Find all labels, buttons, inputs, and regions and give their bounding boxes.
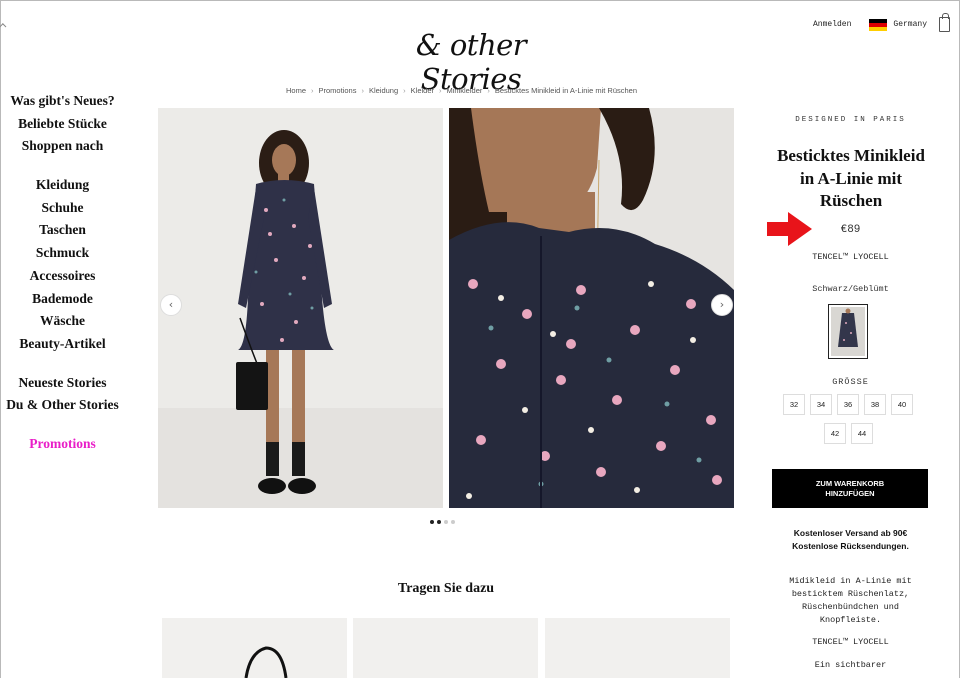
- category-nav: Was gibt's Neues? Beliebte Stücke Shoppe…: [0, 90, 125, 456]
- nav-item-popular[interactable]: Beliebte Stücke: [0, 113, 125, 136]
- color-swatch[interactable]: [828, 304, 868, 359]
- size-option[interactable]: 34: [810, 394, 832, 415]
- product-description-detail: Ein sichtbarer: [814, 660, 887, 670]
- breadcrumb-separator: ›: [439, 86, 442, 95]
- nav-item-you-and-other-stories[interactable]: Du & Other Stories: [0, 394, 125, 417]
- size-option[interactable]: 40: [891, 394, 913, 415]
- add-to-cart-button[interactable]: ZUM WARENKORB HINZUFÜGEN: [772, 469, 928, 508]
- nav-item-whats-new[interactable]: Was gibt's Neues?: [0, 90, 125, 113]
- nav-item-newest-stories[interactable]: Neueste Stories: [0, 372, 125, 395]
- breadcrumb-item[interactable]: Promotions: [319, 86, 357, 95]
- wear-with-heading: Tragen Sie dazu: [397, 581, 495, 596]
- nav-item-bags[interactable]: Taschen: [0, 219, 125, 242]
- material-label: TENCEL™ LYOCELL: [812, 252, 889, 262]
- description-line: Midikleid in A-Linie mit: [789, 576, 912, 586]
- flag-stripe-gold: [869, 26, 888, 31]
- shipping-line: Kostenloser Versand ab 90€: [793, 528, 908, 538]
- size-option[interactable]: 44: [851, 423, 873, 444]
- product-image-full-look[interactable]: [158, 108, 443, 508]
- product-description: Midikleid in A-Linie mit besticktem Rüsc…: [773, 575, 928, 627]
- shipping-info: Kostenloser Versand ab 90€ Kostenlose Rü…: [773, 527, 928, 553]
- breadcrumb-separator: ›: [361, 86, 364, 95]
- red-arrow-annotation-icon: [767, 212, 812, 246]
- germany-flag-icon[interactable]: [869, 18, 888, 31]
- breadcrumb-separator: ›: [311, 86, 314, 95]
- recommendation-card[interactable]: [353, 618, 538, 678]
- nav-item-accessories[interactable]: Accessoires: [0, 265, 125, 288]
- login-link[interactable]: Anmelden: [813, 20, 851, 29]
- chevron-left-icon[interactable]: ‹: [160, 294, 182, 316]
- breadcrumb-current: Besticktes Minikleid in A-Linie mit Rüsc…: [494, 86, 638, 95]
- size-option[interactable]: 36: [837, 394, 859, 415]
- product-image-closeup[interactable]: [449, 108, 734, 508]
- brand-logo[interactable]: & other Stories: [376, 24, 566, 96]
- product-title: Besticktes Minikleid in A-Linie mit Rüsc…: [777, 146, 925, 210]
- description-line: besticktem Rüschenlatz,: [791, 589, 910, 599]
- size-option[interactable]: 38: [864, 394, 886, 415]
- nav-item-clothing[interactable]: Kleidung: [0, 174, 125, 197]
- gallery-dot[interactable]: [444, 520, 448, 524]
- nav-item-beauty[interactable]: Beauty-Artikel: [0, 333, 125, 356]
- add-to-cart-label-line2: HINZUFÜGEN: [825, 489, 875, 498]
- nav-item-lingerie[interactable]: Wäsche: [0, 310, 125, 333]
- nav-item-shop-by[interactable]: Shoppen nach: [0, 135, 125, 158]
- color-name: Schwarz/Geblümt: [812, 284, 889, 294]
- recommendation-card[interactable]: [545, 618, 730, 678]
- chevron-right-icon[interactable]: ›: [711, 294, 733, 316]
- gallery-pagination: [430, 520, 458, 524]
- size-option[interactable]: 32: [783, 394, 805, 415]
- breadcrumb-item[interactable]: Home: [286, 86, 306, 95]
- breadcrumb: Home › Promotions › Kleidung › Kleider › Minikle…: [286, 86, 637, 95]
- add-to-cart-label-line1: ZUM WARENKORB: [815, 479, 885, 488]
- breadcrumb-separator: ›: [403, 86, 406, 95]
- nav-item-jewellery[interactable]: Schmuck: [0, 242, 125, 265]
- returns-line: Kostenlose Rücksendungen.: [792, 541, 909, 551]
- breadcrumb-item[interactable]: Kleidung: [369, 86, 398, 95]
- model-closeup-illustration: [449, 108, 734, 508]
- designed-in-label: DESIGNED IN PARIS: [795, 116, 906, 124]
- size-label: GRÖSSE: [832, 377, 869, 387]
- country-selector[interactable]: Germany: [893, 20, 927, 29]
- material-label-detail: TENCEL™ LYOCELL: [812, 637, 889, 647]
- swatch-dress-thumbnail: [831, 307, 865, 356]
- gallery-dot[interactable]: [451, 520, 455, 524]
- shopping-bag-icon[interactable]: [939, 13, 950, 32]
- size-option[interactable]: 42: [824, 423, 846, 444]
- breadcrumb-item[interactable]: Minikleider: [447, 86, 483, 95]
- recommended-bag-image: [244, 646, 288, 678]
- gallery-dot[interactable]: [437, 520, 441, 524]
- breadcrumb-separator: ›: [487, 86, 490, 95]
- breadcrumb-item[interactable]: Kleider: [411, 86, 434, 95]
- gallery-dot[interactable]: [430, 520, 434, 524]
- description-line: Rüschenbündchen und: [802, 602, 899, 612]
- nav-item-promotions[interactable]: Promotions: [0, 433, 125, 456]
- model-full-look-illustration: [158, 108, 443, 508]
- nav-item-shoes[interactable]: Schuhe: [0, 197, 125, 220]
- recommendation-card[interactable]: [162, 618, 347, 678]
- header-actions: Anmelden Germany: [813, 13, 950, 32]
- description-line: Knopfleiste.: [819, 615, 882, 625]
- nav-item-swimwear[interactable]: Bademode: [0, 288, 125, 311]
